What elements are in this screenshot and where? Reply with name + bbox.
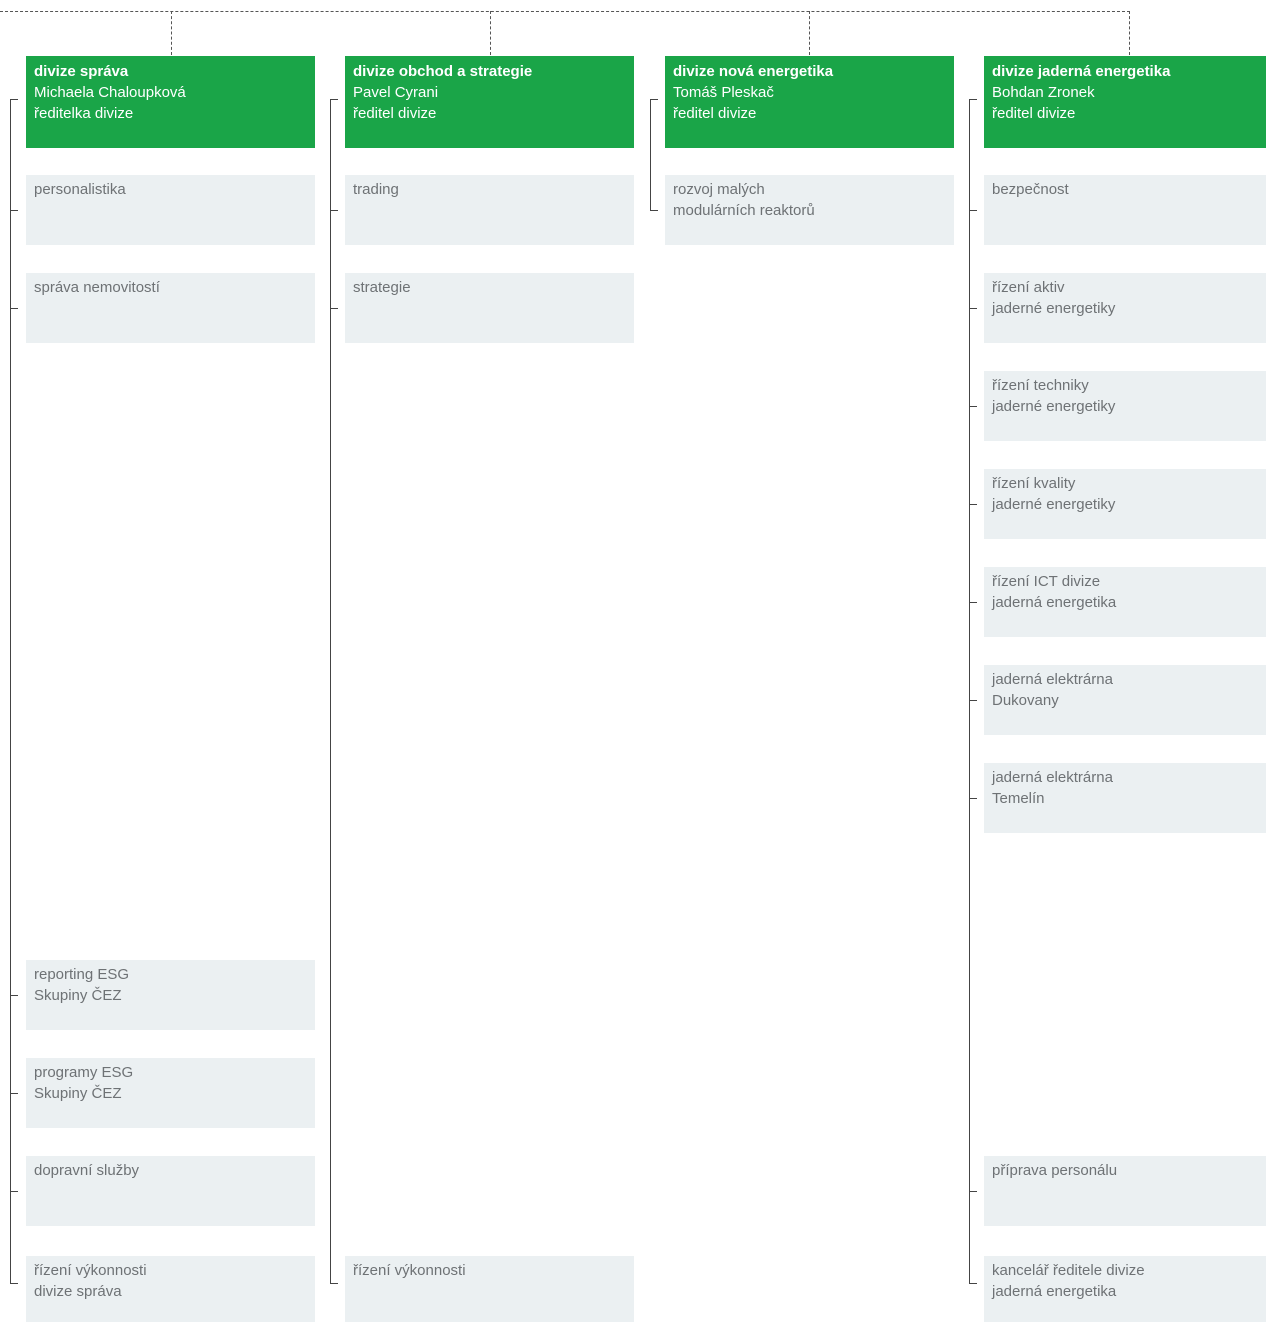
connector-divize-obchod bbox=[490, 11, 491, 55]
division-director: Tomáš Pleskač bbox=[673, 84, 774, 101]
division-head-obchod: divize obchod a strategie Pavel Cyrani ř… bbox=[345, 56, 634, 148]
tick bbox=[969, 602, 977, 603]
unit-sprava-nemovitosti: správa nemovitostí bbox=[26, 273, 315, 343]
unit-personalistika: personalistika bbox=[26, 175, 315, 245]
division-director: Pavel Cyrani bbox=[353, 84, 439, 101]
unit-trading: trading bbox=[345, 175, 634, 245]
tick bbox=[969, 1191, 977, 1192]
tick bbox=[330, 99, 338, 100]
unit-strategie: strategie bbox=[345, 273, 634, 343]
unit-kancelar-reditele: kancelář ředitele divize jaderná energet… bbox=[984, 1256, 1266, 1322]
tick bbox=[10, 1283, 18, 1284]
tick bbox=[330, 210, 338, 211]
spine-jaderna bbox=[969, 99, 970, 1283]
tick bbox=[969, 308, 977, 309]
division-role: ředitel divize bbox=[673, 105, 757, 122]
unit-rizeni-techniky: řízení techniky jaderné energetiky bbox=[984, 371, 1266, 441]
division-director: Michaela Chaloupková bbox=[34, 84, 186, 101]
tick bbox=[10, 308, 18, 309]
unit-rizeni-vykonnosti-sprava: řízení výkonnosti divize správa bbox=[26, 1256, 315, 1322]
top-connector bbox=[0, 11, 1130, 12]
unit-priprava-personalu: příprava personálu bbox=[984, 1156, 1266, 1226]
tick bbox=[10, 995, 18, 996]
spine-sprava bbox=[10, 99, 11, 1283]
division-role: ředitelka divize bbox=[34, 105, 134, 122]
unit-rizeni-vykonnosti-obchod: řízení výkonnosti bbox=[345, 1256, 634, 1322]
division-title: divize obchod a strategie bbox=[353, 63, 533, 80]
unit-dopravni-sluzby: dopravní služby bbox=[26, 1156, 315, 1226]
unit-bezpecnost: bezpečnost bbox=[984, 175, 1266, 245]
spine-obchod bbox=[330, 99, 331, 1283]
division-head-sprava: divize správa Michaela Chaloupková ředit… bbox=[26, 56, 315, 148]
connector-divize-sprava bbox=[171, 11, 172, 55]
division-head-nova: divize nová energetika Tomáš Pleskač řed… bbox=[665, 56, 954, 148]
division-title: divize nová energetika bbox=[673, 63, 834, 80]
unit-rozvoj-smr: rozvoj malých modulárních reaktorů bbox=[665, 175, 954, 245]
tick bbox=[10, 210, 18, 211]
connector-divize-nova bbox=[809, 11, 810, 55]
tick bbox=[969, 99, 977, 100]
unit-reporting-esg: reporting ESG Skupiny ČEZ bbox=[26, 960, 315, 1030]
tick bbox=[969, 1283, 977, 1284]
tick bbox=[650, 99, 658, 100]
tick bbox=[969, 700, 977, 701]
division-role: ředitel divize bbox=[353, 105, 437, 122]
tick bbox=[650, 210, 658, 211]
unit-rizeni-ict: řízení ICT divize jaderná energetika bbox=[984, 567, 1266, 637]
unit-rizeni-kvality: řízení kvality jaderné energetiky bbox=[984, 469, 1266, 539]
tick bbox=[969, 798, 977, 799]
org-chart: divize správa Michaela Chaloupková ředit… bbox=[0, 0, 1266, 1322]
connector-divize-jaderna bbox=[1129, 11, 1130, 55]
tick bbox=[10, 99, 18, 100]
spine-nova bbox=[650, 99, 651, 210]
tick bbox=[969, 504, 977, 505]
tick bbox=[330, 308, 338, 309]
division-director: Bohdan Zronek bbox=[992, 84, 1095, 101]
tick bbox=[10, 1191, 18, 1192]
unit-je-temelin: jaderná elektrárna Temelín bbox=[984, 763, 1266, 833]
division-role: ředitel divize bbox=[992, 105, 1076, 122]
tick bbox=[10, 1093, 18, 1094]
division-title: divize správa bbox=[34, 63, 129, 80]
tick bbox=[330, 1283, 338, 1284]
division-title: divize jaderná energetika bbox=[992, 63, 1171, 80]
tick bbox=[969, 406, 977, 407]
unit-programy-esg: programy ESG Skupiny ČEZ bbox=[26, 1058, 315, 1128]
unit-rizeni-aktiv: řízení aktiv jaderné energetiky bbox=[984, 273, 1266, 343]
tick bbox=[969, 210, 977, 211]
unit-je-dukovany: jaderná elektrárna Dukovany bbox=[984, 665, 1266, 735]
division-head-jaderna: divize jaderná energetika Bohdan Zronek … bbox=[984, 56, 1266, 148]
